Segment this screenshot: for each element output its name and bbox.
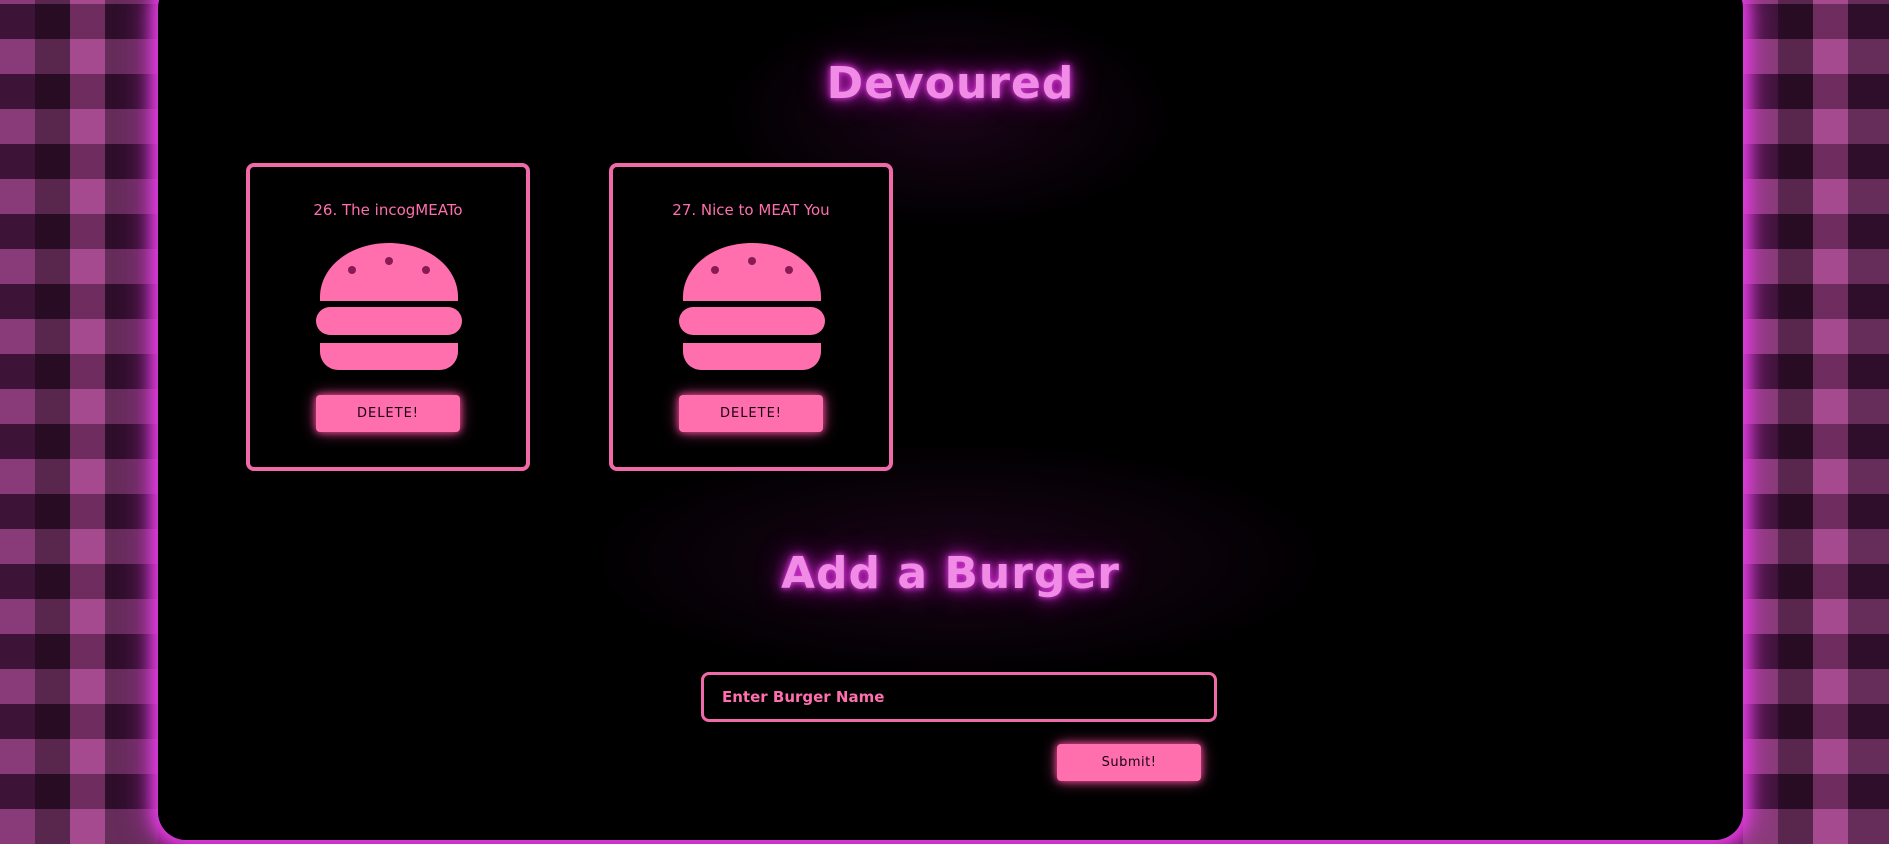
- delete-button[interactable]: DELETE!: [679, 395, 823, 432]
- add-burger-title: Add a Burger: [781, 548, 1120, 599]
- right-checker-border: [1743, 0, 1889, 844]
- delete-button[interactable]: DELETE!: [316, 395, 460, 432]
- burger-name: 26. The incogMEATo: [313, 201, 463, 219]
- burger-name: 27. Nice to MEAT You: [672, 201, 830, 219]
- burger-name-input[interactable]: [701, 672, 1217, 722]
- submit-button[interactable]: Submit!: [1057, 744, 1201, 781]
- main-panel: Devoured 26. The incogMEATo DELETE! 27. …: [158, 0, 1743, 840]
- devoured-title: Devoured: [826, 58, 1075, 109]
- burger-card: 27. Nice to MEAT You DELETE!: [609, 163, 893, 471]
- burger-icon: [316, 243, 462, 370]
- left-checker-border: [0, 0, 158, 844]
- burger-icon: [679, 243, 825, 370]
- burger-card: 26. The incogMEATo DELETE!: [246, 163, 530, 471]
